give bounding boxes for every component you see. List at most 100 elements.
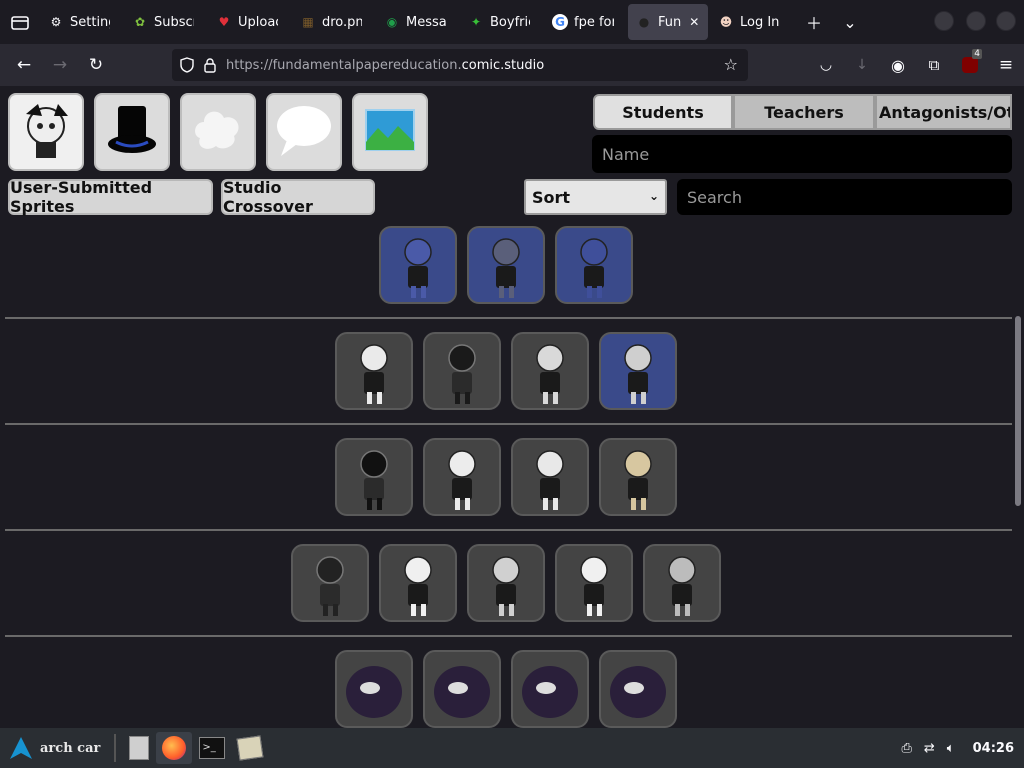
tab-antagonists[interactable]: Antagonists/Oth [875,94,1012,130]
user-submitted-sprites-button[interactable]: User-Submitted Sprites [8,178,213,216]
system-tray: ⎙ ⇄ 🔈︎ 04:26 [901,728,1014,768]
tab-3[interactable]: ▦ dro.pn [292,4,374,40]
ublock-button[interactable]: 4 [952,49,988,81]
downloads-button[interactable]: ↓ [844,49,880,81]
speech-bubble-icon [273,100,335,164]
tab-2[interactable]: ♥ Uploac [208,4,290,40]
effect-button[interactable] [180,93,256,171]
new-tab-button[interactable]: ＋ [796,4,832,40]
tab-5[interactable]: ✦ Boyfrie [460,4,542,40]
maximize-button[interactable] [966,11,986,31]
character-sprite-icon [469,556,543,620]
sprite-tile[interactable] [423,438,501,516]
sprite-tile[interactable] [555,544,633,622]
name-field[interactable]: Name [592,135,1012,173]
sprite-tile[interactable] [599,332,677,410]
character-select-button[interactable] [8,93,84,171]
menu-button[interactable]: ≡ [988,49,1024,81]
file-manager-button[interactable] [122,732,156,764]
sprite-tile[interactable] [599,650,677,728]
tab-teachers[interactable]: Teachers [733,94,875,130]
sprite-tile[interactable] [423,332,501,410]
close-window-button[interactable] [996,11,1016,31]
account-button[interactable]: ◉ [880,49,916,81]
tab-title: Log In [740,14,780,30]
extensions-button[interactable]: ⧉ [916,49,952,81]
ublock-icon [962,57,978,73]
sprite-tile[interactable] [335,438,413,516]
url-prefix: https://fundamentalpapereducation. [226,57,462,73]
character-sprite-icon [601,344,675,408]
url-bar[interactable]: https://fundamentalpapereducation.comic.… [172,49,748,81]
tab-title: Messa [406,14,446,30]
sort-select[interactable]: Sort ⌄ [524,179,667,215]
volume-icon[interactable]: 🔈︎ [947,741,955,756]
chevron-down-icon: ⌄ [648,189,659,203]
sprite-tile[interactable] [643,544,721,622]
character-sprite-icon [557,238,631,302]
close-tab-icon[interactable]: ✕ [689,15,699,29]
studio-crossover-button[interactable]: Studio Crossover [221,178,375,216]
tab-4[interactable]: ◉ Messa [376,4,458,40]
page-content: User-Submitted Sprites Studio Crossover … [0,86,1012,728]
tab-0[interactable]: ⚙ Setting [40,4,122,40]
clock[interactable]: 04:26 [973,741,1014,756]
tab-title: dro.pn [322,14,362,30]
sprite-tile[interactable] [379,226,457,304]
sprite-tile[interactable] [335,332,413,410]
minimize-button[interactable] [934,11,954,31]
sprite-tile[interactable] [379,544,457,622]
sprite-tile[interactable] [467,544,545,622]
sort-label: Sort [532,187,571,207]
tab-1[interactable]: ✿ Subscr [124,4,206,40]
app-icon: ● [638,15,650,29]
reload-button[interactable]: ↻ [78,49,114,81]
tab-8[interactable]: ☻ Log In [710,4,790,40]
hat-button[interactable] [94,93,170,171]
tab-students[interactable]: Students [593,94,733,130]
tab-title: Boyfrie [490,14,530,30]
bookmark-star-icon[interactable]: ☆ [724,55,738,74]
shield-icon [180,57,194,73]
tab-7[interactable]: ● Fun ✕ [628,4,708,40]
background-button[interactable] [352,93,428,171]
file-cabinet-icon [129,736,150,760]
sprite-tile[interactable] [599,438,677,516]
firefox-button[interactable] [156,732,193,764]
back-button[interactable]: ← [6,49,42,81]
network-icon[interactable]: ⇄ [924,741,935,756]
lock-icon [204,57,216,73]
sprite-tile[interactable] [467,226,545,304]
tab-title: Uploac [238,14,278,30]
firefox-icon [162,736,187,760]
tab-list-button[interactable] [0,0,40,44]
sprite-tile[interactable] [511,650,589,728]
sprite-tile[interactable] [511,438,589,516]
sprite-tile[interactable] [335,650,413,728]
sprite-tile[interactable] [423,650,501,728]
tab-overflow-button[interactable]: ⌄ [832,4,868,40]
speech-bubble-button[interactable] [266,93,342,171]
printer-icon[interactable]: ⎙ [901,741,911,756]
sprite-tile[interactable] [555,226,633,304]
leaf-icon: ✿ [134,15,146,29]
tab-title: fpe for [574,14,614,30]
row-divider [5,635,1012,637]
image-viewer-button[interactable] [232,732,268,764]
forward-button[interactable]: → [42,49,78,81]
character-sprite-icon [381,556,455,620]
search-input[interactable]: Search [677,179,1012,215]
sprite-tile[interactable] [511,332,589,410]
scrollbar[interactable] [1012,86,1024,728]
start-menu-button[interactable]: arch car [0,732,108,764]
terminal-button[interactable]: >_ [192,732,232,764]
account-icon: ◉ [891,55,905,75]
tab-6[interactable]: Gfpe for [544,4,626,40]
sprite-tile[interactable] [291,544,369,622]
tab-title: Subscr [154,14,194,30]
hamburger-icon: ≡ [998,55,1014,75]
character-sprite-icon [513,450,587,514]
arrow-right-icon: → [52,55,68,75]
pocket-button[interactable]: ◡ [808,49,844,81]
scroll-thumb[interactable] [1015,316,1021,506]
